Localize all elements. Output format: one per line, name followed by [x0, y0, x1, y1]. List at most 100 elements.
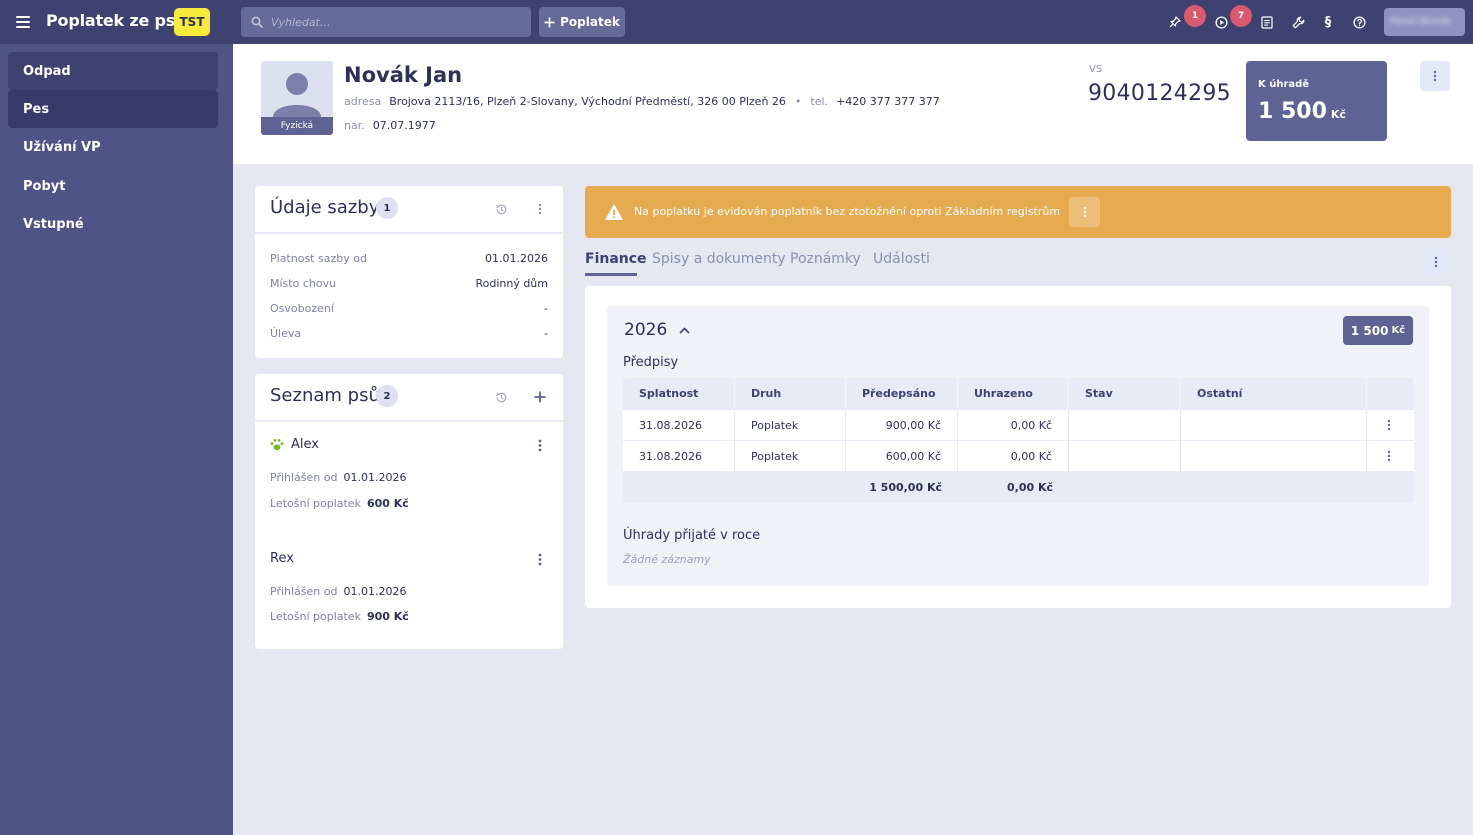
sidebar-item-pobyt[interactable]: Pobyt — [8, 167, 218, 205]
dog-name: Rex — [270, 551, 294, 566]
history-icon[interactable] — [493, 390, 509, 404]
rate-count-badge: 1 — [376, 197, 398, 219]
add-fee-button[interactable]: Poplatek — [539, 7, 625, 37]
birth-row: nar. 07.07.1977 — [344, 119, 436, 132]
avatar: Fyzická — [261, 61, 333, 135]
dog-more-icon[interactable] — [534, 551, 546, 567]
rate-value: 01.01.2026 — [485, 252, 548, 265]
warning-icon — [605, 204, 623, 220]
add-dog-icon[interactable] — [532, 389, 548, 405]
help-icon[interactable] — [1351, 13, 1367, 31]
sidebar: Odpad Pes Užívání VP Pobyt Vstupné — [0, 44, 233, 835]
amount-due-number: 1 500 — [1258, 99, 1327, 124]
column-header[interactable]: Ostatní — [1181, 378, 1367, 409]
row-more-icon[interactable] — [1383, 418, 1395, 432]
dog-item[interactable]: Rex — [270, 551, 294, 566]
separator-dot: • — [794, 95, 802, 108]
table-header: Splatnost Druh Předepsáno Uhrazeno Stav … — [623, 378, 1414, 409]
address-row: adresa Brojova 2113/16, Plzeň 2-Slovany, … — [344, 95, 940, 108]
tab-documents[interactable]: Spisy a dokumenty — [652, 251, 786, 267]
history-icon[interactable] — [493, 202, 509, 216]
dog-fee-row: Letošní poplatek 900 Kč — [270, 610, 409, 623]
row-more-icon[interactable] — [1383, 449, 1395, 463]
sidebar-item-odpad[interactable]: Odpad — [8, 52, 218, 90]
search-input[interactable] — [271, 15, 521, 29]
dog-registered-label: Přihlášen od — [270, 585, 338, 598]
environment-badge: TST — [174, 8, 210, 36]
person-header: Fyzická Novák Jan adresa Brojova 2113/16,… — [233, 44, 1473, 164]
year-amount-badge: 1 500 Kč — [1343, 316, 1413, 345]
year-toggle[interactable]: 2026 — [624, 320, 690, 340]
person-name: Novák Jan — [344, 63, 463, 87]
dog-item[interactable]: Alex — [270, 437, 319, 452]
user-menu[interactable]: Pavel Novák — [1384, 8, 1465, 36]
tabs-more-button[interactable] — [1421, 247, 1451, 277]
rate-row: Platnost sazby od 01.01.2026 — [270, 252, 548, 265]
dog-registered-row: Přihlášen od 01.01.2026 — [270, 585, 406, 598]
phone-label: tel. — [810, 95, 829, 108]
header-more-button[interactable] — [1420, 61, 1450, 91]
rate-more-icon[interactable] — [533, 202, 547, 216]
birth-value: 07.07.1977 — [372, 119, 436, 132]
table-totals: 1 500,00 Kč 0,00 Kč — [623, 471, 1414, 503]
pin-notification-count: 1 — [1184, 5, 1206, 27]
sidebar-item-vstupne[interactable]: Vstupné — [8, 205, 218, 243]
other-cell — [1181, 410, 1367, 440]
column-header[interactable]: Uhrazeno — [958, 378, 1069, 409]
chevron-up-icon — [679, 326, 690, 334]
dog-registered-value: 01.01.2026 — [343, 585, 407, 598]
table-row: 31.08.2026 Poplatek 600,00 Kč 0,00 Kč — [623, 440, 1414, 471]
dogs-card: Seznam psů 2 Alex Přihlášen od 01.01.2026… — [255, 374, 563, 649]
amount-due-box: K úhradě 1 500 Kč — [1246, 61, 1387, 141]
prescriptions-table: Splatnost Druh Předepsáno Uhrazeno Stav … — [623, 378, 1414, 503]
warning-text: Na poplatku je evidován poplatník bez zt… — [634, 205, 1061, 218]
tab-events[interactable]: Události — [873, 251, 930, 267]
year-section: 2026 1 500 Kč Předpisy Splatnost Druh Pře… — [607, 306, 1429, 586]
rate-value: Rodinný dům — [475, 277, 548, 290]
prescribed-cell: 900,00 Kč — [846, 410, 958, 440]
address-value: Brojova 2113/16, Plzeň 2-Slovany, Východ… — [389, 95, 786, 108]
paragraph-icon[interactable]: § — [1320, 13, 1336, 31]
dog-more-icon[interactable] — [534, 437, 546, 453]
paid-cell: 0,00 Kč — [958, 410, 1069, 440]
tab-finance[interactable]: Finance — [585, 251, 647, 267]
dog-name: Alex — [291, 437, 319, 452]
year-label: 2026 — [624, 320, 668, 340]
finance-panel: 2026 1 500 Kč Předpisy Splatnost Druh Pře… — [585, 286, 1451, 608]
dog-registered-value: 01.01.2026 — [343, 471, 407, 484]
kebab-icon — [1083, 206, 1086, 218]
search-box[interactable] — [241, 7, 531, 37]
dog-fee-row: Letošní poplatek 600 Kč — [270, 497, 409, 510]
alert-more-button[interactable] — [1069, 197, 1100, 227]
menu-icon[interactable] — [16, 16, 30, 28]
warning-alert: Na poplatku je evidován poplatník bez zt… — [585, 186, 1451, 238]
paw-icon — [270, 439, 284, 451]
play-icon[interactable] — [1213, 13, 1229, 31]
dog-registered-label: Přihlášen od — [270, 471, 338, 484]
rate-row: Úleva - — [270, 327, 548, 340]
rate-key: Osvobození — [270, 302, 334, 315]
kind-cell: Poplatek — [735, 410, 846, 440]
document-list-icon[interactable] — [1259, 13, 1275, 31]
wrench-icon[interactable] — [1290, 13, 1306, 31]
vs-value: 9040124295 — [1088, 81, 1231, 106]
pin-icon[interactable] — [1167, 13, 1183, 31]
total-prescribed: 1 500,00 Kč — [869, 480, 942, 494]
sidebar-item-uzivani-vp[interactable]: Užívání VP — [8, 128, 218, 166]
column-header[interactable]: Stav — [1069, 378, 1181, 409]
status-cell — [1069, 410, 1181, 440]
vs-label: VS — [1089, 64, 1103, 75]
sidebar-item-pes[interactable]: Pes — [8, 90, 218, 128]
column-header[interactable]: Předepsáno — [846, 378, 958, 409]
tab-notes[interactable]: Poznámky — [790, 251, 861, 267]
payments-title: Úhrady přijaté v roce — [623, 528, 761, 543]
kebab-icon — [1433, 70, 1437, 82]
column-header[interactable]: Splatnost — [623, 378, 735, 409]
person-type: Fyzická — [261, 117, 333, 135]
column-header[interactable]: Druh — [735, 378, 846, 409]
total-paid: 0,00 Kč — [1006, 480, 1053, 494]
birth-label: nar. — [344, 119, 365, 132]
search-icon — [251, 16, 263, 28]
user-name: Pavel Novák — [1390, 16, 1452, 27]
rate-card-title: Údaje sazby — [270, 197, 380, 218]
